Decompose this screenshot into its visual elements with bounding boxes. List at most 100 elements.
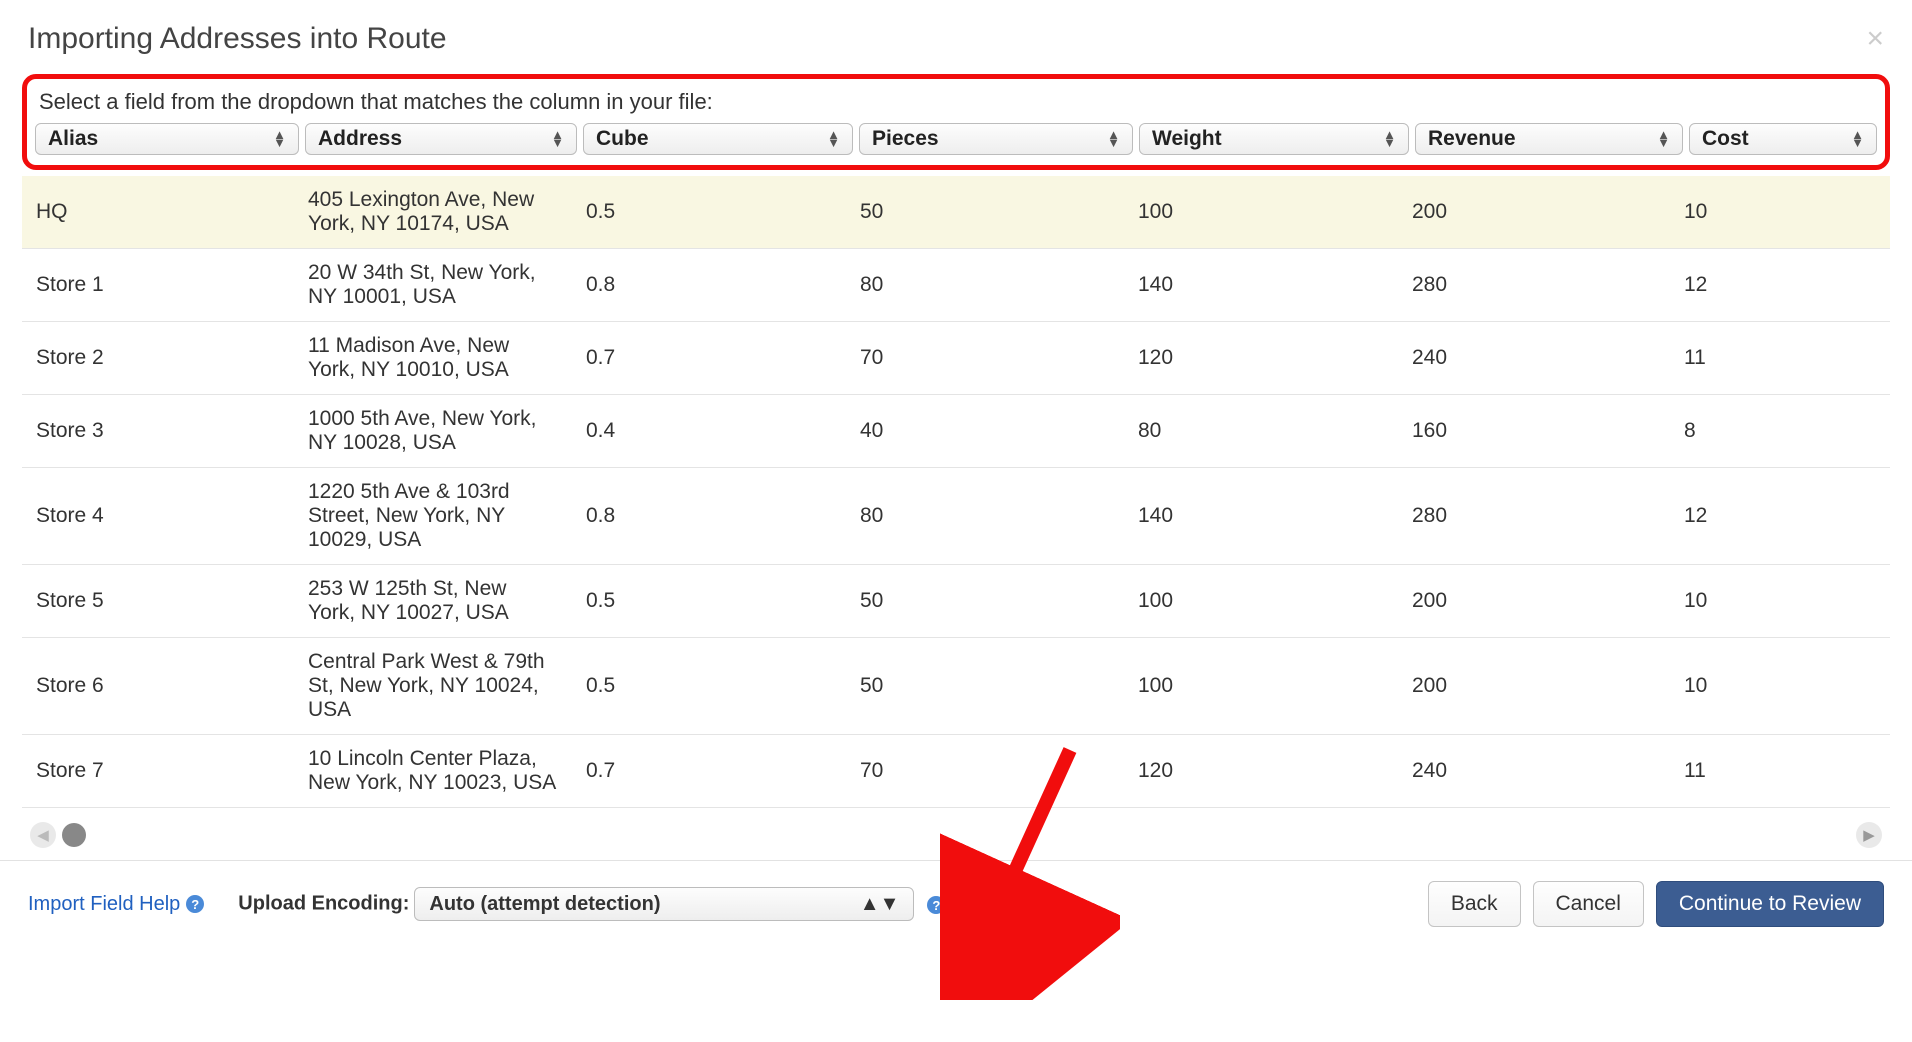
upload-encoding-label: Upload Encoding:: [238, 893, 409, 915]
help-icon[interactable]: ?: [927, 896, 945, 914]
table-cell: 0.7: [572, 322, 846, 395]
continue-to-review-button[interactable]: Continue to Review: [1656, 881, 1884, 927]
column-mapping-panel: Select a field from the dropdown that ma…: [22, 74, 1890, 170]
column-mapping-select[interactable]: Alias ▲▼: [35, 123, 299, 155]
table-cell: 50: [846, 565, 1124, 638]
column-mapping-select[interactable]: Weight ▲▼: [1139, 123, 1409, 155]
cancel-button[interactable]: Cancel: [1533, 881, 1644, 927]
table-row: HQ405 Lexington Ave, New York, NY 10174,…: [22, 176, 1890, 249]
column-mapping-select[interactable]: Revenue ▲▼: [1415, 123, 1683, 155]
preview-table: HQ405 Lexington Ave, New York, NY 10174,…: [22, 176, 1890, 808]
select-caret-icon: ▲▼: [1657, 131, 1670, 147]
column-mapping-select[interactable]: Cost ▲▼: [1689, 123, 1877, 155]
table-cell: 12: [1670, 468, 1890, 565]
select-caret-icon: ▲▼: [860, 893, 900, 916]
table-row: Store 710 Lincoln Center Plaza, New York…: [22, 735, 1890, 808]
close-icon[interactable]: ×: [1866, 24, 1884, 54]
scroll-right-icon[interactable]: ▶: [1856, 822, 1882, 848]
table-cell: HQ: [22, 176, 294, 249]
table-cell: 140: [1124, 468, 1398, 565]
horizontal-scroll-nav: ◀ ▶: [0, 808, 1912, 856]
table-row: Store 5253 W 125th St, New York, NY 1002…: [22, 565, 1890, 638]
column-mapping-value: Address: [318, 127, 402, 151]
column-mapping-value: Cost: [1702, 127, 1749, 151]
table-cell: Store 2: [22, 322, 294, 395]
table-cell: 100: [1124, 176, 1398, 249]
column-mapping-select[interactable]: Pieces▲▼: [859, 123, 1133, 155]
table-cell: 50: [846, 176, 1124, 249]
table-cell: 11 Madison Ave, New York, NY 10010, USA: [294, 322, 572, 395]
table-row: Store 31000 5th Ave, New York, NY 10028,…: [22, 395, 1890, 468]
table-cell: 120: [1124, 322, 1398, 395]
table-cell: 20 W 34th St, New York, NY 10001, USA: [294, 249, 572, 322]
scroll-left-icon[interactable]: ◀: [30, 822, 56, 848]
table-cell: 0.7: [572, 735, 846, 808]
table-cell: 11: [1670, 735, 1890, 808]
table-row: Store 6Central Park West & 79th St, New …: [22, 638, 1890, 735]
table-cell: 1220 5th Ave & 103rd Street, New York, N…: [294, 468, 572, 565]
select-caret-icon: ▲▼: [827, 131, 840, 147]
column-mapping-value: Cube: [596, 127, 649, 151]
table-cell: Central Park West & 79th St, New York, N…: [294, 638, 572, 735]
table-cell: 10: [1670, 176, 1890, 249]
select-caret-icon: ▲▼: [1383, 131, 1396, 147]
column-mapping-select[interactable]: Cube ▲▼: [583, 123, 853, 155]
table-cell: 80: [846, 249, 1124, 322]
select-caret-icon: ▲▼: [551, 131, 564, 147]
column-mapping-value: Alias: [48, 127, 98, 151]
select-caret-icon: ▲▼: [1851, 131, 1864, 147]
table-row: Store 41220 5th Ave & 103rd Street, New …: [22, 468, 1890, 565]
table-cell: 80: [1124, 395, 1398, 468]
table-cell: 50: [846, 638, 1124, 735]
table-cell: 280: [1398, 468, 1670, 565]
table-cell: 10: [1670, 638, 1890, 735]
scroll-page-indicator: [62, 823, 86, 847]
upload-encoding-select[interactable]: Auto (attempt detection) ▲▼: [414, 887, 914, 921]
table-cell: 1000 5th Ave, New York, NY 10028, USA: [294, 395, 572, 468]
table-cell: Store 5: [22, 565, 294, 638]
table-cell: 40: [846, 395, 1124, 468]
table-cell: 8: [1670, 395, 1890, 468]
table-cell: Store 3: [22, 395, 294, 468]
table-cell: 11: [1670, 322, 1890, 395]
table-cell: 140: [1124, 249, 1398, 322]
table-cell: Store 7: [22, 735, 294, 808]
table-row: Store 211 Madison Ave, New York, NY 1001…: [22, 322, 1890, 395]
table-cell: 0.5: [572, 565, 846, 638]
import-addresses-modal: Importing Addresses into Route × Select …: [0, 0, 1912, 1042]
modal-header: Importing Addresses into Route ×: [0, 0, 1912, 74]
table-cell: 200: [1398, 638, 1670, 735]
column-mapping-select[interactable]: Address ▲▼: [305, 123, 577, 155]
table-cell: 280: [1398, 249, 1670, 322]
table-cell: 240: [1398, 735, 1670, 808]
table-cell: 80: [846, 468, 1124, 565]
table-cell: 0.8: [572, 468, 846, 565]
table-cell: 120: [1124, 735, 1398, 808]
column-mapping-value: Revenue: [1428, 127, 1516, 151]
table-cell: 0.5: [572, 638, 846, 735]
back-button[interactable]: Back: [1428, 881, 1521, 927]
import-field-help-link[interactable]: Import Field Help ?: [28, 893, 204, 916]
table-cell: 0.8: [572, 249, 846, 322]
mapping-prompt: Select a field from the dropdown that ma…: [39, 89, 1877, 115]
modal-title: Importing Addresses into Route: [28, 22, 447, 56]
table-cell: 10 Lincoln Center Plaza, New York, NY 10…: [294, 735, 572, 808]
table-cell: 10: [1670, 565, 1890, 638]
table-cell: 0.5: [572, 176, 846, 249]
help-icon: ?: [186, 895, 204, 913]
table-cell: 253 W 125th St, New York, NY 10027, USA: [294, 565, 572, 638]
table-cell: 70: [846, 735, 1124, 808]
table-cell: 240: [1398, 322, 1670, 395]
table-cell: 160: [1398, 395, 1670, 468]
upload-encoding-value: Auto (attempt detection): [429, 893, 660, 916]
table-cell: 100: [1124, 638, 1398, 735]
table-cell: 100: [1124, 565, 1398, 638]
column-select-row: Alias▲▼Address▲▼Cube▲▼Pieces▲▼Weight▲▼Re…: [35, 123, 1877, 155]
table-cell: 12: [1670, 249, 1890, 322]
table-cell: Store 4: [22, 468, 294, 565]
select-caret-icon: ▲▼: [273, 131, 286, 147]
table-cell: 405 Lexington Ave, New York, NY 10174, U…: [294, 176, 572, 249]
column-mapping-value: Weight: [1152, 127, 1222, 151]
table-cell: 0.4: [572, 395, 846, 468]
table-cell: Store 1: [22, 249, 294, 322]
